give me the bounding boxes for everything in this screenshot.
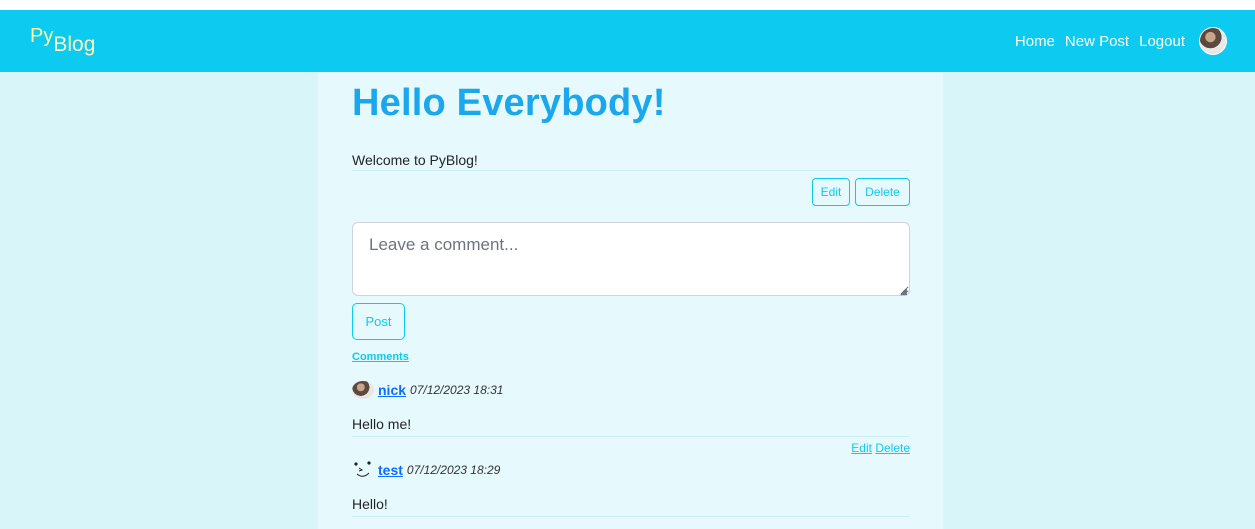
- comment-author-link[interactable]: test: [378, 462, 403, 478]
- brand-logo[interactable]: Py Blog: [30, 26, 96, 56]
- comment-item: nick 07/12/2023 18:31 Hello me! Edit Del…: [352, 380, 910, 455]
- comment-author-link[interactable]: nick: [378, 382, 406, 398]
- comment-text: Hello!: [352, 496, 388, 512]
- comment-header: nick 07/12/2023 18:31: [352, 380, 910, 400]
- delete-comment-link[interactable]: Delete: [875, 441, 910, 455]
- comment-header: test 07/12/2023 18:29: [352, 460, 910, 480]
- user-avatar[interactable]: [1199, 27, 1227, 55]
- resize-grip-icon[interactable]: ◢: [900, 286, 907, 297]
- comment-date: 07/12/2023 18:31: [410, 383, 504, 397]
- main-container: Hello Everybody! Welcome to PyBlog! Edit…: [318, 72, 943, 529]
- brand-py: Py: [30, 24, 54, 47]
- delete-post-button[interactable]: Delete: [855, 178, 910, 206]
- comment-input[interactable]: [352, 222, 910, 296]
- comment-item: test 07/12/2023 18:29 Hello!: [352, 460, 910, 517]
- post-body: Welcome to PyBlog!: [352, 152, 478, 168]
- divider: [352, 436, 910, 437]
- photo-avatar-icon: [352, 381, 374, 399]
- comment-actions: Edit Delete: [851, 441, 910, 455]
- smiley-avatar-icon: [352, 461, 374, 479]
- post-title: Hello Everybody!: [352, 82, 666, 124]
- divider: [352, 516, 910, 517]
- edit-post-button[interactable]: Edit: [812, 178, 850, 206]
- comment-text: Hello me!: [352, 416, 412, 432]
- navbar: Py Blog Home New Post Logout: [0, 10, 1255, 72]
- nav-new-post-link[interactable]: New Post: [1065, 33, 1129, 50]
- nav-home-link[interactable]: Home: [1015, 33, 1055, 50]
- divider: [352, 170, 910, 171]
- edit-comment-link[interactable]: Edit: [851, 441, 872, 455]
- nav-logout-link[interactable]: Logout: [1139, 33, 1185, 50]
- comments-link[interactable]: Comments: [352, 351, 409, 363]
- comment-date: 07/12/2023 18:29: [406, 463, 501, 477]
- post-comment-button[interactable]: Post: [352, 303, 405, 340]
- nav-links: Home New Post Logout: [1015, 27, 1227, 55]
- brand-blog: Blog: [53, 32, 96, 56]
